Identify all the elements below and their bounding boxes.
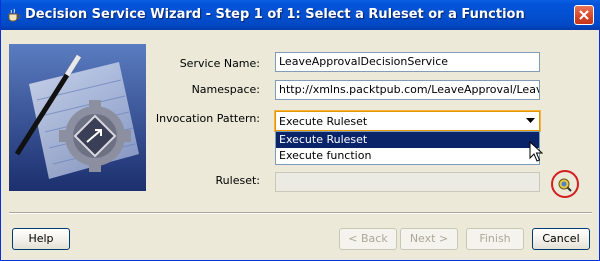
title-bar: Decision Service Wizard - Step 1 of 1: S… — [1, 0, 600, 30]
option-execute-ruleset[interactable]: Execute Ruleset — [276, 132, 539, 148]
cancel-button[interactable]: Cancel — [532, 228, 590, 250]
next-button[interactable]: Next > — [400, 228, 458, 250]
browse-icon — [558, 178, 572, 192]
finish-button[interactable]: Finish — [466, 228, 524, 250]
invocation-pattern-select[interactable]: Execute Ruleset — [275, 111, 540, 131]
ruleset-browse-button[interactable] — [551, 170, 579, 198]
option-execute-function[interactable]: Execute function — [276, 148, 539, 164]
back-button[interactable]: < Back — [339, 228, 397, 250]
invocation-pattern-label: Invocation Pattern: — [155, 112, 260, 125]
service-name-label: Service Name: — [179, 57, 260, 70]
close-button[interactable] — [574, 5, 594, 25]
service-name-input[interactable]: LeaveApprovalDecisionService — [275, 52, 540, 72]
namespace-label: Namespace: — [191, 83, 260, 96]
ruleset-label: Ruleset: — [215, 174, 260, 187]
invocation-pattern-dropdown-list: Execute Ruleset Execute function — [275, 131, 540, 165]
help-button[interactable]: Help — [12, 228, 70, 250]
window-title: Decision Service Wizard - Step 1 of 1: S… — [25, 7, 525, 22]
decision-service-wizard-dialog: Decision Service Wizard - Step 1 of 1: S… — [0, 0, 600, 261]
close-icon — [579, 10, 589, 20]
mouse-cursor — [529, 141, 543, 162]
ruleset-input[interactable] — [275, 172, 540, 192]
button-bar-separator — [9, 212, 592, 214]
wizard-wand-gear-image — [9, 44, 146, 191]
cup-icon — [8, 8, 21, 22]
chevron-down-icon[interactable] — [526, 118, 535, 124]
namespace-input[interactable]: http://xmlns.packtpub.com/LeaveApproval/… — [275, 80, 540, 100]
invocation-pattern-value: Execute Ruleset — [279, 115, 368, 128]
